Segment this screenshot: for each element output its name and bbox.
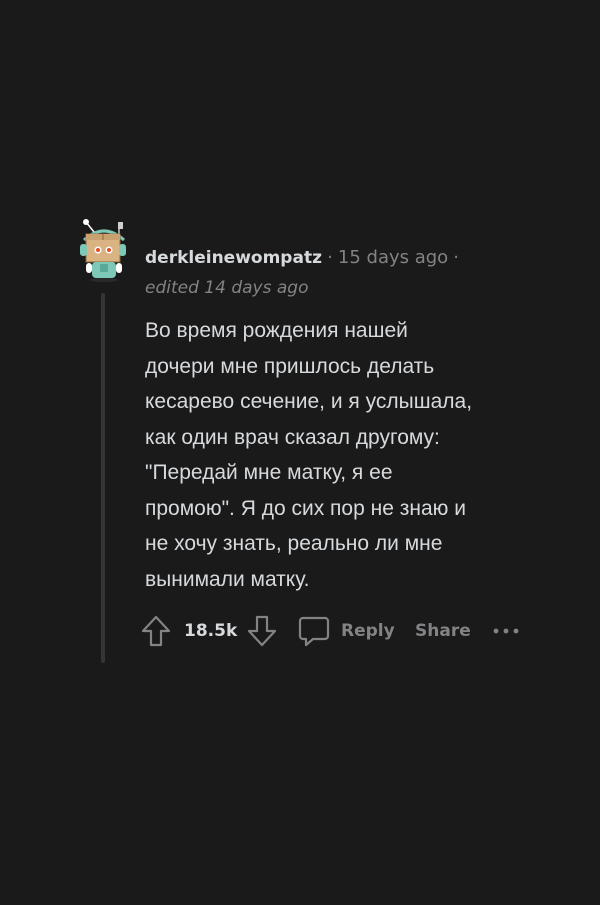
share-button[interactable]: Share: [415, 611, 471, 651]
comment-body-line: дочери мне пришлось делать: [145, 354, 435, 378]
comment-meta: derkleinewompatz · 15 days ago ·: [145, 245, 459, 271]
comment-body-line: вынимали матку.: [145, 567, 310, 591]
comment-body-line: промою". Я до сих пор не знаю и: [145, 496, 466, 520]
upvote-button[interactable]: [140, 611, 176, 651]
meta-separator: ·: [327, 247, 333, 268]
snoo-avatar-icon: [80, 219, 126, 282]
username-link[interactable]: derkleinewompatz: [145, 248, 322, 268]
thread-collapse-line[interactable]: [101, 293, 105, 663]
more-dots-icon: [493, 628, 519, 634]
comment: derkleinewompatz · 15 days ago · edited …: [0, 0, 600, 905]
comment-body-line: Во время рождения нашей: [145, 319, 408, 342]
reply-label: Reply: [341, 621, 395, 641]
vote-score: 18.5k: [184, 621, 238, 641]
meta-separator: ·: [453, 247, 460, 268]
comment-action-bar: 18.5k Reply Share: [140, 611, 540, 651]
more-options-button[interactable]: [492, 611, 522, 651]
comment-body-line: не хочу знать, реально ли мне: [145, 532, 443, 555]
upvote-arrow-icon: [141, 615, 171, 647]
comment-timestamp[interactable]: 15 days ago: [338, 247, 448, 268]
comment-body-line: "Передай мне матку, я ее: [145, 461, 393, 484]
user-avatar[interactable]: [78, 218, 130, 282]
share-label: Share: [415, 621, 471, 641]
speech-bubble-icon: [298, 616, 330, 647]
comment-body-line: как один врач сказал другому:: [145, 425, 440, 449]
comment-body-line: кесарево сечение, и я услышала,: [145, 390, 473, 413]
reply-button[interactable]: Reply: [297, 611, 395, 651]
edited-timestamp: edited 14 days ago: [145, 278, 309, 298]
downvote-button[interactable]: [246, 611, 282, 651]
downvote-arrow-icon: [247, 615, 277, 647]
comment-body: Во время рождения нашей дочери мне пришл…: [145, 313, 565, 597]
